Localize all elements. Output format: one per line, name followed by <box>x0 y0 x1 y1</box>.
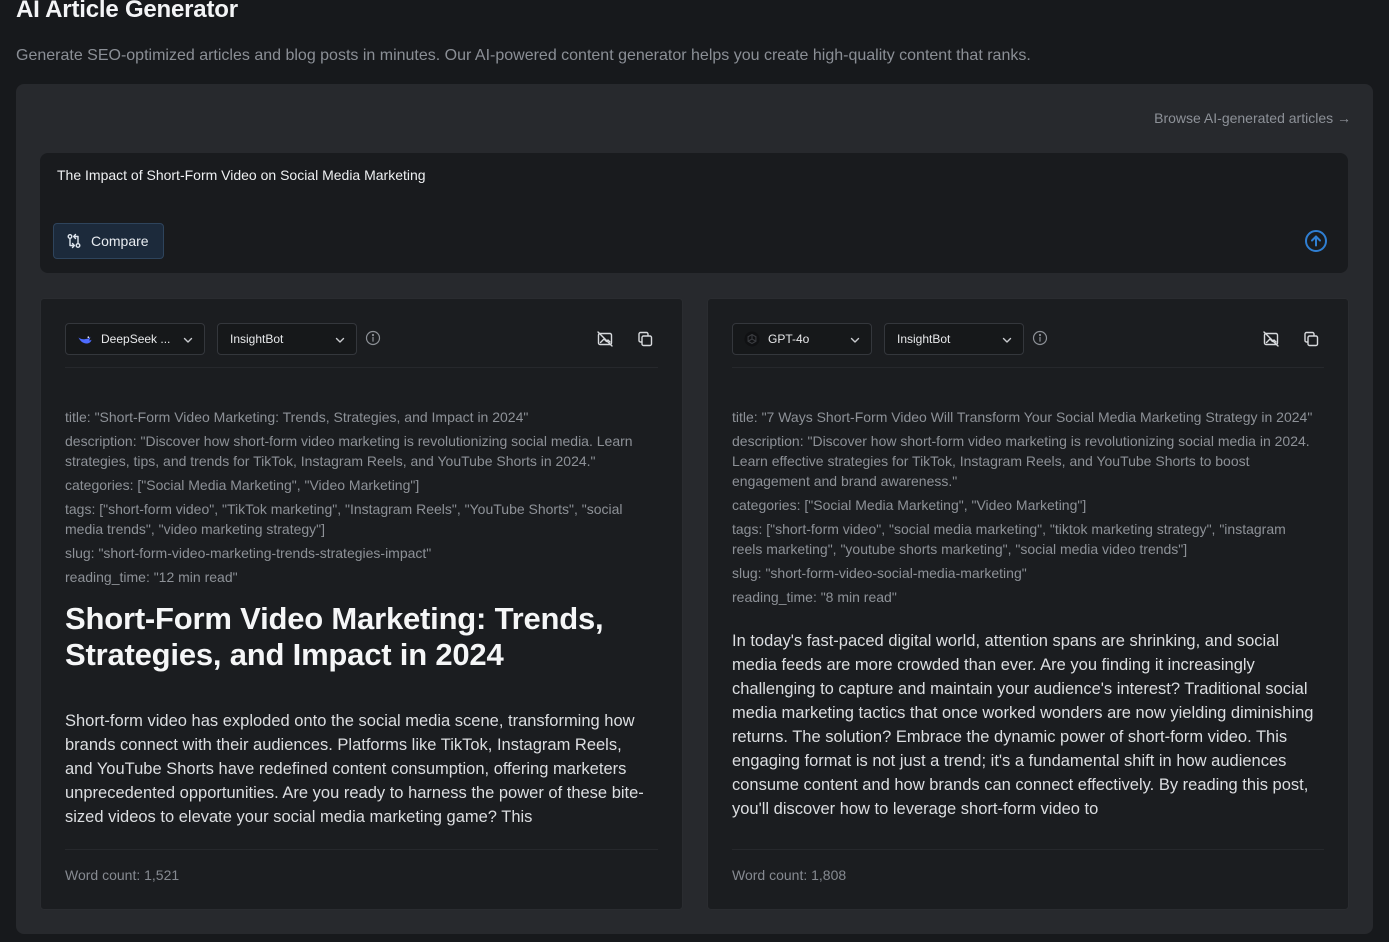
copy-icon[interactable] <box>1302 330 1320 348</box>
bot-select[interactable]: InsightBot <box>217 323 357 355</box>
result-card-deepseek: DeepSeek ... InsightBot title: "Short-Fo… <box>40 298 683 910</box>
info-icon[interactable] <box>365 330 381 346</box>
meta-categories: categories: ["Social Media Marketing", "… <box>732 497 1087 513</box>
compare-icon <box>67 233 81 249</box>
meta-tags: tags: ["short-form video", "social media… <box>732 521 1286 557</box>
hide-images-icon[interactable] <box>596 330 614 348</box>
chevron-down-icon <box>850 337 860 343</box>
meta-reading-time: reading_time: "8 min read" <box>732 589 897 605</box>
article-body: Short-form video has exploded onto the s… <box>65 712 644 826</box>
bot-label: InsightBot <box>897 332 951 346</box>
model-select[interactable]: GPT-4o <box>732 323 872 355</box>
prompt-input[interactable]: The Impact of Short-Form Video on Social… <box>57 167 426 183</box>
divider <box>65 367 658 368</box>
meta-description: description: "Discover how short-form vi… <box>732 433 1310 489</box>
article-body: In today's fast-paced digital world, att… <box>732 632 1314 818</box>
bot-label: InsightBot <box>230 332 284 346</box>
divider <box>732 849 1324 850</box>
openai-icon <box>744 331 760 347</box>
article-heading: Short-Form Video Marketing: Trends, Stra… <box>65 601 604 672</box>
meta-title: title: "7 Ways Short-Form Video Will Tra… <box>732 409 1313 425</box>
chevron-down-icon <box>1002 337 1012 343</box>
meta-slug: slug: "short-form-video-social-media-mar… <box>732 565 1027 581</box>
word-count: Word count: 1,521 <box>65 867 180 883</box>
info-icon[interactable] <box>1032 330 1048 346</box>
word-count: Word count: 1,808 <box>732 867 847 883</box>
divider <box>732 367 1324 368</box>
result-toolbar: GPT-4o InsightBot <box>732 323 1324 355</box>
deepseek-whale-icon <box>78 336 92 344</box>
chevron-down-icon <box>335 337 345 343</box>
result-toolbar: DeepSeek ... InsightBot <box>65 323 658 355</box>
model-label: DeepSeek ... <box>101 332 171 346</box>
compare-button[interactable]: Compare <box>53 223 164 259</box>
meta-reading-time: reading_time: "12 min read" <box>65 569 238 585</box>
divider <box>65 849 658 850</box>
meta-title: title: "Short-Form Video Marketing: Tren… <box>65 409 529 425</box>
copy-icon[interactable] <box>636 330 654 348</box>
meta-categories: categories: ["Social Media Marketing", "… <box>65 477 420 493</box>
model-label: GPT-4o <box>768 332 810 346</box>
page-title: AI Article Generator <box>16 0 238 23</box>
model-select[interactable]: DeepSeek ... <box>65 323 205 355</box>
compare-label: Compare <box>91 233 149 249</box>
meta-description: description: "Discover how short-form vi… <box>65 433 633 469</box>
generator-panel: Browse AI-generated articles → The Impac… <box>16 84 1373 934</box>
meta-slug: slug: "short-form-video-marketing-trends… <box>65 545 432 561</box>
meta-tags: tags: ["short-form video", "TikTok marke… <box>65 501 623 537</box>
page-subtitle: Generate SEO-optimized articles and blog… <box>16 47 1031 64</box>
hide-images-icon[interactable] <box>1262 330 1280 348</box>
article-content: title: "7 Ways Short-Form Video Will Tra… <box>732 407 1316 831</box>
browse-articles-link[interactable]: Browse AI-generated articles → <box>1154 110 1351 126</box>
result-card-gpt4o: GPT-4o InsightBot title: "7 Ways Short-F… <box>707 298 1349 910</box>
bot-select[interactable]: InsightBot <box>884 323 1024 355</box>
prompt-box[interactable]: The Impact of Short-Form Video on Social… <box>40 153 1348 273</box>
article-content: title: "Short-Form Video Marketing: Tren… <box>65 407 650 831</box>
submit-arrow-up-icon[interactable] <box>1304 229 1328 253</box>
chevron-down-icon <box>183 337 193 343</box>
